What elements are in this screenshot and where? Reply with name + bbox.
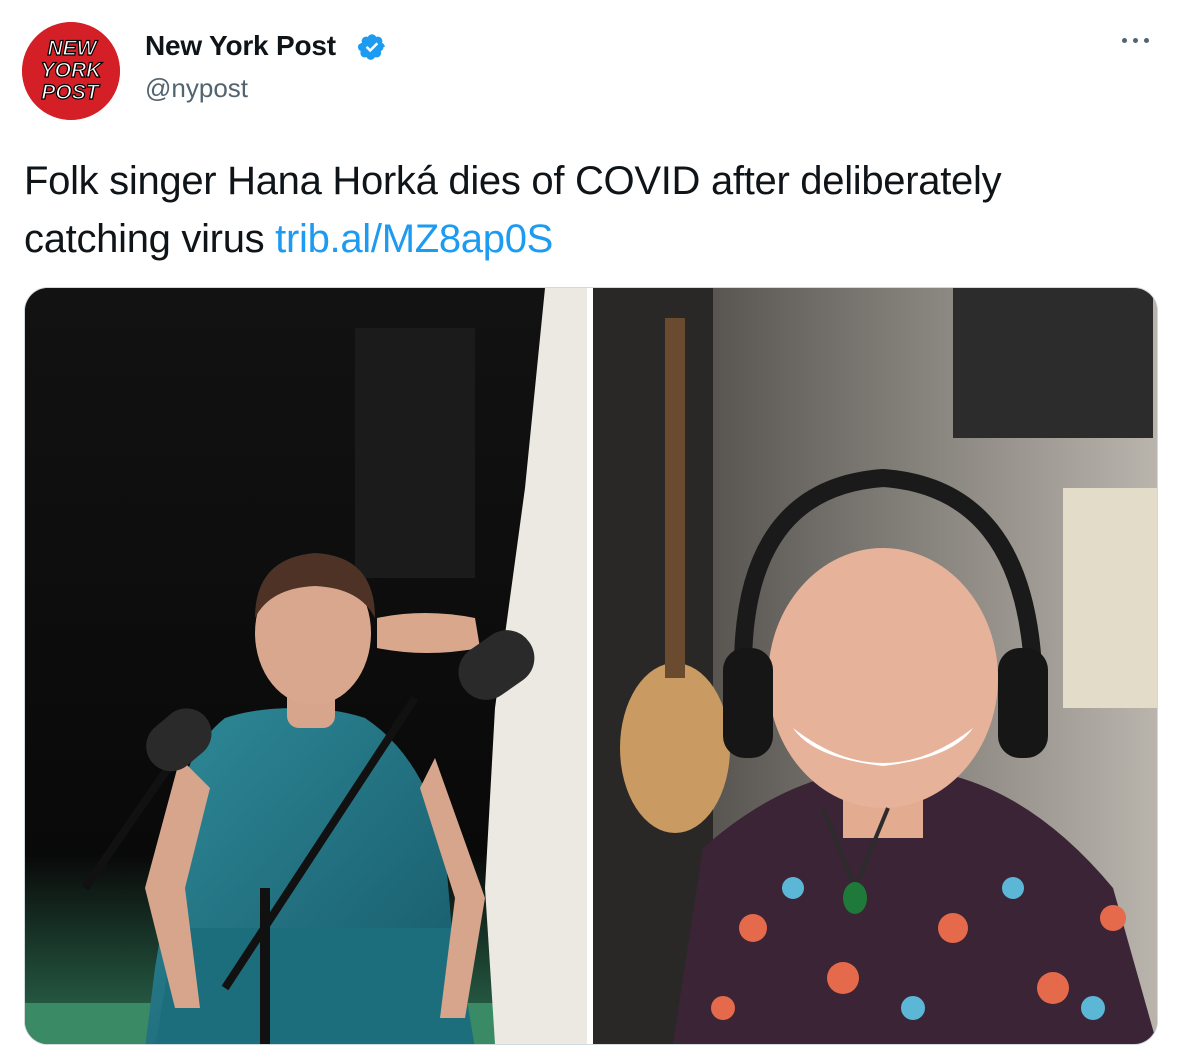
tweet-text: Folk singer Hana Horká dies of COVID aft… [24,152,1144,268]
more-options-icon[interactable] [1115,30,1155,50]
new-york-post-logo: NEW YORK POST [22,22,120,120]
logo-word-3: POST [41,81,100,104]
photo-stage[interactable] [25,288,587,1044]
logo-word-2: YORK [41,59,104,82]
logo-word-1: NEW [48,37,99,60]
dot [1121,37,1127,43]
avatar[interactable]: NEW YORK POST [22,22,120,120]
author-name[interactable]: New York Post [145,30,336,62]
dot [1143,37,1149,43]
photo-headphones[interactable] [593,288,1157,1044]
dot [1132,37,1138,43]
media-grid[interactable] [24,287,1158,1045]
tweet-link[interactable]: trib.al/MZ8ap0S [275,217,553,261]
headphones-photo-illustration [593,288,1157,1044]
stage-photo-illustration [25,288,587,1044]
handle[interactable]: @nypost [145,73,248,104]
verified-badge-icon [357,34,385,60]
